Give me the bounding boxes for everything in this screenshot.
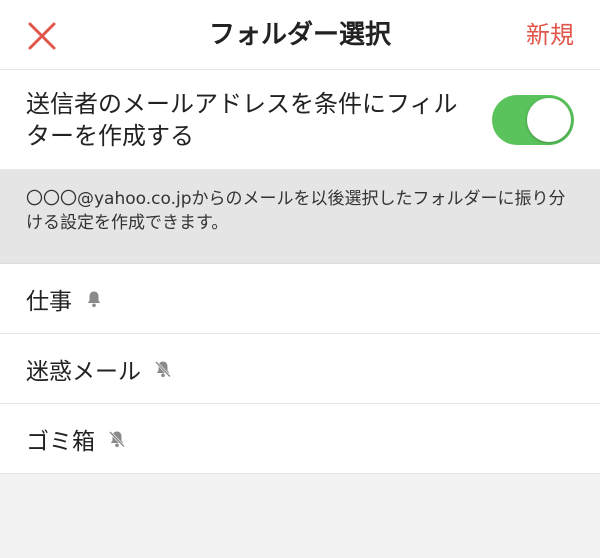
switch-knob: [527, 98, 571, 142]
bell-icon: [87, 291, 101, 307]
folder-name: 仕事: [26, 288, 72, 315]
close-icon: [28, 22, 56, 50]
header-bar: フォルダー選択 新規: [0, 0, 600, 70]
folder-list: 仕事 迷惑メール ゴミ箱: [0, 264, 600, 474]
folder-select-screen: フォルダー選択 新規 送信者のメールアドレスを条件にフィルターを作成する 〇〇〇…: [0, 0, 600, 558]
filter-toggle-row: 送信者のメールアドレスを条件にフィルターを作成する: [0, 70, 600, 170]
folder-name: ゴミ箱: [26, 428, 95, 455]
folder-name: 迷惑メール: [26, 358, 141, 385]
bottom-background: [0, 474, 600, 558]
bell-off-icon: [109, 430, 125, 447]
close-button[interactable]: [20, 14, 64, 58]
page-title: フォルダー選択: [208, 20, 391, 50]
folder-item-trash[interactable]: ゴミ箱: [0, 404, 600, 474]
bell-off-icon: [155, 360, 171, 377]
filter-toggle-switch[interactable]: [492, 95, 574, 145]
filter-toggle-label: 送信者のメールアドレスを条件にフィルターを作成する: [26, 90, 458, 150]
folder-item-spam[interactable]: 迷惑メール: [0, 334, 600, 404]
filter-info-text: 〇〇〇@yahoo.co.jpからのメールを以後選択したフォルダーに振り分ける設…: [0, 170, 600, 264]
new-folder-button[interactable]: 新規: [526, 0, 574, 70]
folder-item-work[interactable]: 仕事: [0, 264, 600, 334]
